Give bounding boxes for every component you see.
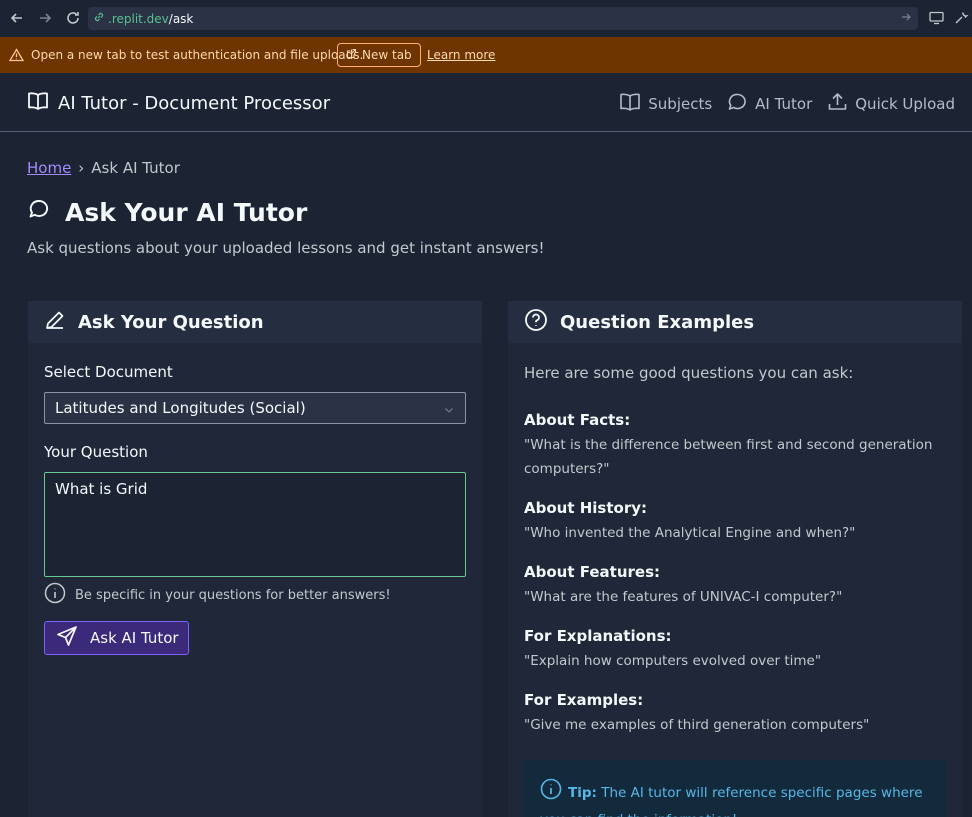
document-label: Select Document: [44, 363, 173, 381]
question-hint: Be specific in your questions for better…: [44, 582, 391, 608]
page-subtitle: Ask questions about your uploaded lesson…: [27, 239, 545, 257]
forward-icon[interactable]: [36, 9, 54, 27]
example-question: "What is the difference between first an…: [524, 437, 933, 477]
examples-card-title: Question Examples: [560, 311, 755, 333]
page-title-text: Ask Your AI Tutor: [65, 197, 308, 227]
devices-icon[interactable]: [929, 10, 944, 29]
book-icon: [27, 91, 49, 116]
chevron-down-icon: [443, 402, 455, 420]
example-question: "What are the features of UNIVAC-I compu…: [524, 589, 843, 605]
example-category: About History:: [524, 499, 647, 517]
info-icon: [540, 778, 562, 808]
example-category: About Facts:: [524, 411, 631, 429]
tip-box: Tip: The AI tutor will reference specifi…: [524, 760, 946, 817]
ask-button-label: Ask AI Tutor: [90, 629, 179, 647]
question-circle-icon: [524, 308, 548, 337]
pencil-icon: [44, 309, 66, 336]
new-tab-button[interactable]: New tab: [337, 43, 421, 67]
example-category: For Examples:: [524, 691, 644, 709]
nav-subjects-label: Subjects: [648, 94, 713, 113]
warning-icon: [8, 48, 25, 65]
learn-more-link[interactable]: Learn more: [427, 48, 495, 62]
nav-subjects[interactable]: Subjects: [619, 92, 712, 116]
upload-icon: [827, 91, 848, 116]
examples-intro: Here are some good questions you can ask…: [524, 364, 854, 382]
book-icon: [619, 92, 641, 116]
example-question: "Give me examples of third generation co…: [524, 717, 870, 733]
document-select-value: Latitudes and Longitudes (Social): [55, 399, 306, 417]
app-header: AI Tutor - Document Processor Subjects A…: [0, 73, 972, 132]
example-category: For Explanations:: [524, 627, 672, 645]
example-item: About History: "Who invented the Analyti…: [524, 499, 944, 545]
banner-message: Open a new tab to test authentication an…: [31, 48, 364, 62]
warning-banner: Open a new tab to test authentication an…: [0, 37, 972, 73]
question-label: Your Question: [44, 443, 148, 461]
breadcrumb: Home › Ask AI Tutor: [27, 159, 180, 177]
nav-ai-tutor[interactable]: AI Tutor: [727, 92, 812, 116]
examples-card-header: Question Examples: [508, 301, 962, 343]
tip-text: The AI tutor will reference specific pag…: [540, 785, 923, 817]
example-item: For Examples: "Give me examples of third…: [524, 691, 944, 737]
breadcrumb-separator: ›: [78, 159, 85, 177]
url-host: .replit.dev: [108, 11, 169, 26]
question-examples-card: Question Examples Here are some good que…: [508, 301, 962, 817]
question-input[interactable]: What is Grid: [44, 472, 466, 577]
example-question: "Explain how computers evolved over time…: [524, 653, 822, 669]
brand[interactable]: AI Tutor - Document Processor: [27, 91, 330, 116]
back-icon[interactable]: [8, 9, 26, 27]
ask-card-header: Ask Your Question: [28, 301, 482, 343]
external-link-icon: [346, 48, 357, 62]
top-nav: Subjects AI Tutor Quick Upload: [619, 91, 955, 116]
browser-toolbar: .replit.dev/ask: [0, 0, 972, 37]
example-item: About Features: "What are the features o…: [524, 563, 944, 609]
info-icon: [44, 582, 66, 608]
example-category: About Features:: [524, 563, 661, 581]
ask-card-title: Ask Your Question: [78, 311, 264, 333]
breadcrumb-current: Ask AI Tutor: [91, 159, 180, 177]
link-icon: [93, 11, 105, 26]
brand-title: AI Tutor - Document Processor: [58, 93, 331, 114]
example-question: "Who invented the Analytical Engine and …: [524, 525, 856, 541]
go-arrow-icon[interactable]: [900, 11, 912, 26]
hint-text: Be specific in your questions for better…: [75, 587, 391, 603]
ask-ai-tutor-button[interactable]: Ask AI Tutor: [44, 621, 189, 655]
chat-bubble-icon: [727, 92, 748, 116]
tip-label: Tip:: [568, 785, 597, 801]
nav-quick-upload-label: Quick Upload: [855, 94, 955, 113]
breadcrumb-home-link[interactable]: Home: [27, 159, 71, 177]
document-select[interactable]: Latitudes and Longitudes (Social): [44, 392, 466, 424]
ask-question-card: Ask Your Question Select Document Latitu…: [28, 301, 482, 817]
nav-quick-upload[interactable]: Quick Upload: [827, 91, 955, 116]
nav-ai-tutor-label: AI Tutor: [755, 94, 813, 113]
send-icon: [56, 625, 78, 651]
reload-icon[interactable]: [64, 9, 82, 27]
page-title: Ask Your AI Tutor: [27, 197, 307, 227]
address-bar[interactable]: .replit.dev/ask: [88, 7, 918, 30]
example-item: About Facts: "What is the difference bet…: [524, 411, 944, 481]
new-tab-label: New tab: [362, 48, 412, 62]
wrench-icon[interactable]: [954, 10, 969, 29]
example-item: For Explanations: "Explain how computers…: [524, 627, 944, 673]
chat-bubble-icon: [27, 197, 51, 227]
url-path: /ask: [168, 11, 194, 26]
